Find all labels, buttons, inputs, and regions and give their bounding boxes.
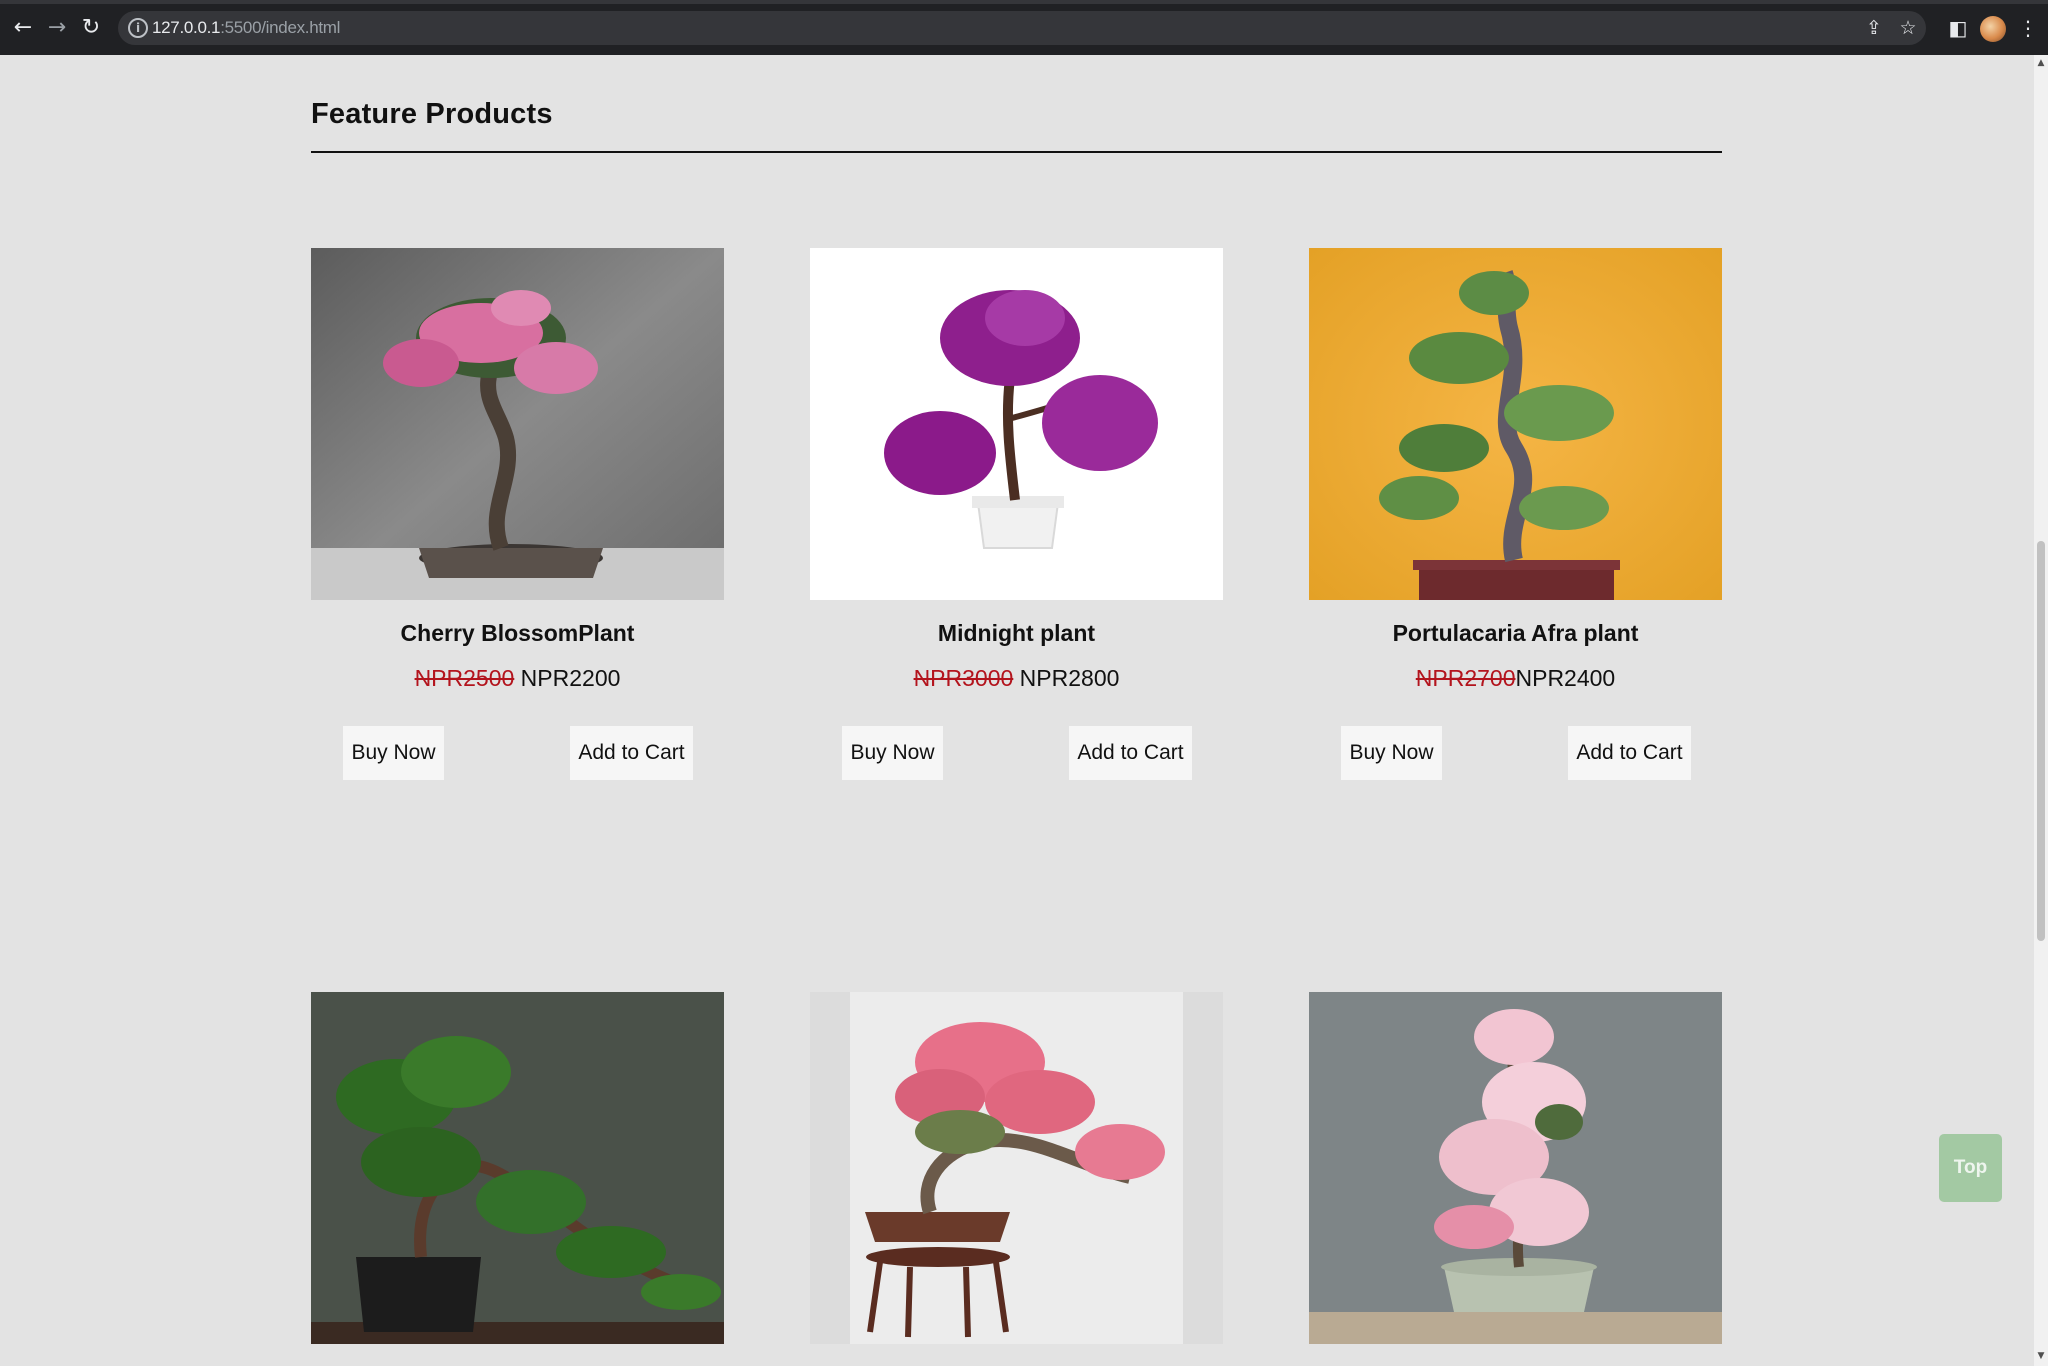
forward-arrow-icon[interactable]: →: [43, 14, 71, 42]
side-panel-icon[interactable]: ◧: [1944, 14, 1972, 42]
product-actions: Buy Now Add to Cart: [810, 726, 1223, 780]
product-card: Midnight plant NPR3000 NPR2800 Buy Now A…: [810, 248, 1223, 780]
original-price: NPR2700: [1415, 665, 1516, 691]
product-name: Midnight plant: [937, 620, 1096, 646]
sale-price: NPR2200: [514, 665, 621, 691]
product-image[interactable]: [810, 992, 1223, 1344]
original-price: NPR3000: [913, 665, 1014, 691]
profile-avatar[interactable]: [1980, 16, 2006, 42]
product-image[interactable]: [1309, 248, 1722, 600]
add-to-cart-button[interactable]: Add to Cart: [570, 726, 693, 780]
product-price: NPR2700NPR2400: [1309, 665, 1722, 692]
sale-price: NPR2400: [1515, 665, 1616, 691]
section-divider: [311, 151, 1722, 153]
product-name: Portulacaria Afra plant: [1392, 620, 1639, 646]
add-to-cart-button[interactable]: Add to Cart: [1069, 726, 1192, 780]
product-name: Cherry BlossomPlant: [400, 620, 635, 646]
page-scrollbar[interactable]: ▲ ▼: [2034, 55, 2048, 1366]
back-arrow-icon[interactable]: ←: [9, 14, 37, 42]
product-card: [311, 992, 724, 1344]
product-card: Cherry BlossomPlant NPR2500 NPR2200 Buy …: [311, 248, 724, 780]
address-bar[interactable]: i 127.0.0.1:5500/index.html ⇪ ☆: [118, 11, 1926, 45]
scroll-up-arrow-icon[interactable]: ▲: [2036, 58, 2046, 68]
product-image[interactable]: [1309, 992, 1722, 1344]
buy-now-button[interactable]: Buy Now: [343, 726, 444, 780]
site-info-icon[interactable]: i: [128, 18, 148, 38]
browser-menu-icon[interactable]: ⋮: [2014, 14, 2042, 42]
scrollbar-thumb[interactable]: [2037, 541, 2045, 941]
back-to-top-button[interactable]: Top: [1939, 1134, 2002, 1202]
scroll-down-arrow-icon[interactable]: ▼: [2036, 1351, 2046, 1361]
section-title: Feature Products: [311, 98, 553, 130]
product-card: [810, 992, 1223, 1344]
url-path: :5500/index.html: [220, 18, 341, 37]
buy-now-button[interactable]: Buy Now: [842, 726, 943, 780]
product-price: NPR3000 NPR2800: [810, 665, 1223, 692]
product-card: Portulacaria Afra plant NPR2700NPR2400 B…: [1309, 248, 1722, 780]
reload-icon[interactable]: ↻: [77, 14, 105, 42]
url-text[interactable]: 127.0.0.1:5500/index.html: [152, 18, 340, 38]
product-card: [1309, 992, 1722, 1344]
url-host: 127.0.0.1: [152, 18, 221, 37]
original-price: NPR2500: [414, 665, 515, 691]
buy-now-button[interactable]: Buy Now: [1341, 726, 1442, 780]
product-image[interactable]: [311, 992, 724, 1344]
add-to-cart-button[interactable]: Add to Cart: [1568, 726, 1691, 780]
bookmark-star-icon[interactable]: ☆: [1895, 15, 1921, 41]
browser-toolbar: ← → ↻ i 127.0.0.1:5500/index.html ⇪ ☆ ◧ …: [0, 0, 2048, 55]
sale-price: NPR2800: [1013, 665, 1120, 691]
product-actions: Buy Now Add to Cart: [1309, 726, 1722, 780]
product-image[interactable]: [810, 248, 1223, 600]
share-icon[interactable]: ⇪: [1861, 15, 1887, 41]
tab-strip-edge: [0, 0, 2048, 4]
product-image[interactable]: [311, 248, 724, 600]
product-actions: Buy Now Add to Cart: [311, 726, 724, 780]
product-price: NPR2500 NPR2200: [311, 665, 724, 692]
